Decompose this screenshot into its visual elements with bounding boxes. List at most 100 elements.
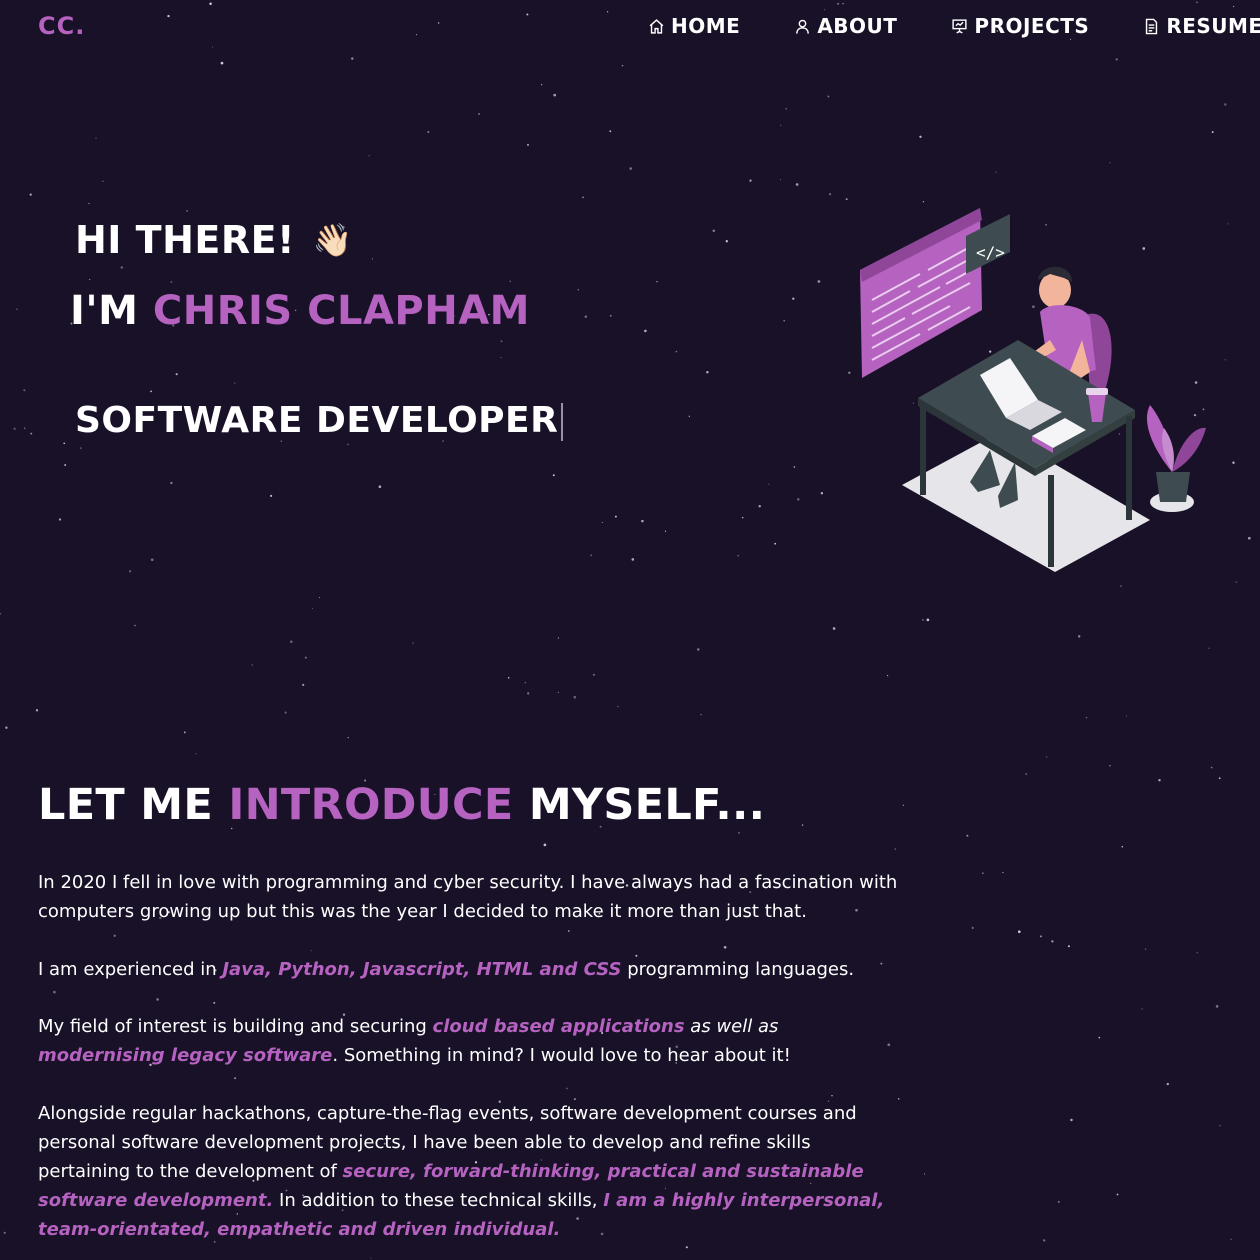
star bbox=[1227, 223, 1229, 225]
star bbox=[1232, 461, 1235, 464]
star bbox=[712, 229, 716, 233]
star bbox=[1219, 1125, 1221, 1127]
star bbox=[723, 945, 727, 949]
star bbox=[23, 389, 26, 392]
star bbox=[30, 432, 33, 435]
p3-text-b: . Something in mind? I would love to hea… bbox=[332, 1045, 791, 1066]
document-icon bbox=[1146, 18, 1158, 34]
star bbox=[590, 554, 593, 557]
star bbox=[195, 753, 197, 755]
site-logo[interactable]: CC. bbox=[38, 12, 85, 40]
name-accent: CHRIS CLAPHAM bbox=[152, 288, 530, 334]
star bbox=[614, 515, 617, 518]
star bbox=[213, 1001, 216, 1004]
star bbox=[827, 95, 830, 98]
p1-text: In 2020 I fell in love with programming … bbox=[38, 872, 898, 922]
star bbox=[706, 370, 709, 374]
name-prefix: I'M bbox=[70, 288, 139, 334]
star bbox=[29, 193, 32, 196]
star bbox=[629, 167, 632, 170]
star bbox=[566, 1087, 568, 1090]
developer-illustration: </> bbox=[860, 208, 1206, 572]
star bbox=[568, 930, 570, 932]
home-icon bbox=[649, 18, 664, 34]
star bbox=[1017, 930, 1021, 934]
star bbox=[644, 329, 647, 333]
star bbox=[368, 155, 370, 157]
star bbox=[995, 171, 997, 173]
star bbox=[120, 266, 124, 269]
intro-paragraph-1: In 2020 I fell in love with programming … bbox=[38, 868, 898, 926]
star bbox=[1215, 1005, 1219, 1008]
star bbox=[557, 691, 559, 693]
p2-text-a: I am experienced in bbox=[38, 959, 223, 980]
star bbox=[792, 297, 795, 300]
star bbox=[1144, 948, 1147, 950]
intro-paragraph-3: My field of interest is building and sec… bbox=[38, 1012, 898, 1070]
star bbox=[741, 516, 744, 519]
star bbox=[1196, 952, 1198, 954]
star bbox=[737, 831, 740, 834]
star bbox=[526, 143, 530, 146]
hero-greeting: HI THERE! 👋🏻 bbox=[75, 218, 353, 262]
star bbox=[795, 183, 799, 186]
nav-item-resume[interactable]: RESUME bbox=[1143, 14, 1260, 38]
star bbox=[347, 736, 349, 739]
star bbox=[24, 427, 26, 429]
star bbox=[894, 848, 896, 850]
star bbox=[412, 642, 414, 644]
star bbox=[621, 64, 624, 67]
star bbox=[13, 427, 16, 430]
star bbox=[150, 390, 152, 393]
star bbox=[80, 447, 82, 449]
star bbox=[982, 872, 984, 874]
nav-item-about[interactable]: ABOUT bbox=[794, 14, 897, 38]
star bbox=[3, 1231, 6, 1234]
nav-links: HOME ABOUT PROJECTS RESUME bbox=[648, 14, 1260, 38]
star bbox=[1070, 1118, 1073, 1122]
nav-item-projects[interactable]: PROJECTS bbox=[951, 14, 1089, 38]
star bbox=[156, 998, 159, 1001]
star bbox=[16, 308, 18, 310]
star bbox=[685, 1246, 688, 1249]
star bbox=[553, 93, 557, 97]
intro-heading-accent: INTRODUCE bbox=[228, 780, 514, 830]
star bbox=[577, 289, 579, 291]
star bbox=[1115, 58, 1118, 61]
star bbox=[1116, 1193, 1119, 1196]
star bbox=[887, 675, 889, 677]
star bbox=[697, 648, 700, 651]
nav-label-resume: RESUME bbox=[1166, 14, 1260, 38]
hero-name: I'M CHRIS CLAPHAM bbox=[70, 288, 530, 334]
intro-heading-start: LET ME bbox=[38, 780, 214, 830]
p3-highlight-legacy: modernising legacy software bbox=[38, 1045, 333, 1066]
star bbox=[758, 505, 761, 508]
star bbox=[1120, 585, 1122, 587]
star bbox=[310, 950, 312, 952]
star bbox=[1224, 103, 1227, 106]
star bbox=[923, 1173, 926, 1175]
star bbox=[737, 555, 739, 557]
star bbox=[304, 656, 307, 659]
starfield-background bbox=[0, 1, 1251, 1259]
star bbox=[609, 314, 612, 317]
star bbox=[1210, 766, 1213, 769]
star bbox=[0, 612, 2, 615]
star bbox=[1141, 1008, 1143, 1010]
p4-text-b: In addition to these technical skills, bbox=[273, 1190, 604, 1211]
star bbox=[1043, 1239, 1046, 1242]
star bbox=[347, 443, 349, 446]
star bbox=[89, 278, 91, 281]
star bbox=[845, 198, 848, 201]
star bbox=[1109, 162, 1111, 164]
star bbox=[170, 281, 173, 284]
star bbox=[785, 107, 788, 110]
nav-item-home[interactable]: HOME bbox=[648, 14, 740, 38]
star bbox=[1230, 1238, 1232, 1241]
star bbox=[302, 683, 305, 687]
presentation-icon bbox=[952, 18, 968, 34]
star bbox=[902, 804, 905, 807]
star bbox=[1218, 777, 1221, 780]
star bbox=[1109, 765, 1111, 767]
star bbox=[1247, 536, 1251, 540]
